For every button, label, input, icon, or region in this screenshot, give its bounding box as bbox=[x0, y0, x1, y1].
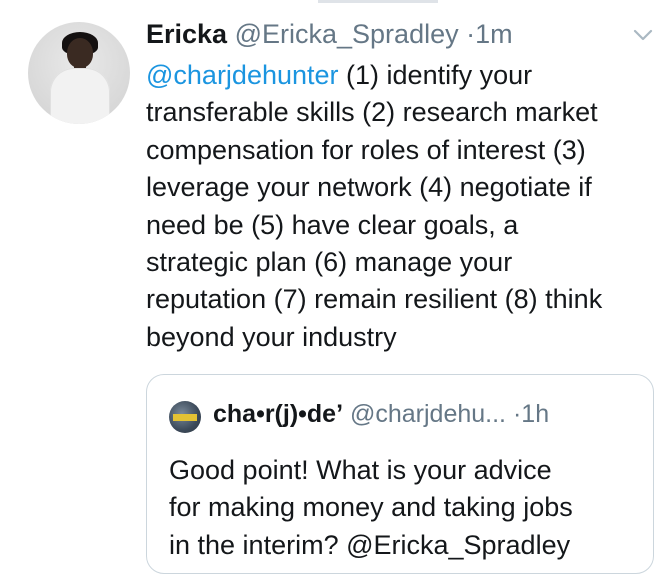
tweet-body-text: (1) identify your bbox=[338, 60, 533, 90]
tweet-body-line: need be (5) have clear goals, a bbox=[146, 209, 519, 240]
quoted-author-display-name: cha•r(j)•de’ bbox=[213, 400, 344, 428]
quoted-tweet-card[interactable]: cha•r(j)•de’ @charjdehu... ·1h Good poin… bbox=[146, 374, 654, 574]
chevron-down-icon[interactable] bbox=[633, 28, 653, 42]
divider bbox=[318, 0, 438, 3]
tweet-body-line: strategic plan (6) manage your bbox=[146, 247, 513, 278]
quoted-tweet-timestamp: 1h bbox=[521, 400, 550, 428]
tweet-body-line: leverage your network (4) negotiate if bbox=[146, 172, 592, 203]
author-handle[interactable]: @Ericka_Spradley bbox=[235, 19, 459, 49]
quoted-body-line: in the interim? @Ericka_Spradley bbox=[169, 529, 571, 560]
quoted-tweet-header: cha•r(j)•de’ @charjdehu... ·1h bbox=[213, 397, 549, 431]
quoted-body-line: for making money and taking jobs bbox=[169, 492, 573, 523]
tweet-body-line: transferable skills (2) research market bbox=[146, 97, 598, 128]
tweet-timestamp[interactable]: 1m bbox=[475, 19, 513, 49]
tweet-body-line: reputation (7) remain resilient (8) thin… bbox=[146, 284, 603, 315]
author-avatar[interactable] bbox=[28, 22, 130, 124]
tweet-body: @charjdehunter (1) identify your transfe… bbox=[146, 57, 656, 356]
quoted-author-handle: @charjdehu... bbox=[349, 400, 507, 428]
tweet-body-line: compensation for roles of interest (3) bbox=[146, 134, 586, 165]
author-display-name[interactable]: Ericka bbox=[146, 19, 227, 49]
tweet: Ericka @Ericka_Spradley ·1m @charjdehunt… bbox=[0, 0, 669, 580]
avatar-body bbox=[50, 68, 110, 124]
mention-link[interactable]: @charjdehunter bbox=[146, 60, 339, 90]
tweet-body-line: beyond your industry bbox=[146, 321, 397, 352]
tweet-header: Ericka @Ericka_Spradley ·1m bbox=[146, 16, 513, 52]
quoted-tweet-body: Good point! What is your advice for maki… bbox=[169, 452, 639, 564]
quoted-body-line: Good point! What is your advice bbox=[169, 455, 552, 485]
avatar-stripe bbox=[173, 414, 197, 421]
tweet-body-line: @charjdehunter (1) identify your bbox=[146, 57, 656, 94]
quoted-author-avatar bbox=[169, 401, 201, 433]
header-separator: · bbox=[466, 19, 476, 49]
